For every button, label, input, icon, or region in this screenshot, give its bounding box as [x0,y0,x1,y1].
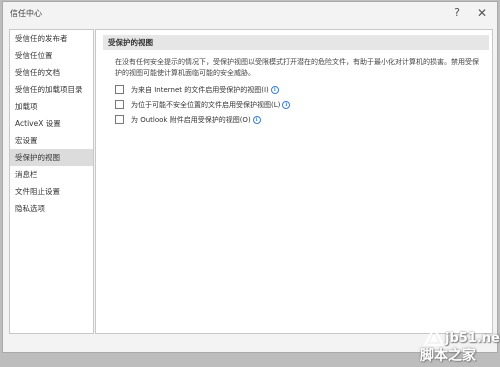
sidebar-item-privacy-options[interactable]: 隐私选项 [10,200,93,217]
checkbox[interactable] [115,100,124,109]
watermark-name: 脚本之家 [420,348,476,364]
section-header: 受保护的视图 [103,35,489,50]
title-bar: 信任中心 ? ✕ [3,2,497,24]
option-label: 为位于可能不安全位置的文件启用受保护视图(L) [131,100,281,109]
sidebar-item-trusted-publishers[interactable]: 受信任的发布者 [10,30,93,47]
info-icon: i [282,100,291,109]
sidebar-item-addins[interactable]: 加载项 [10,98,93,115]
sidebar-item-trusted-locations[interactable]: 受信任位置 [10,47,93,64]
info-icon: i [252,115,261,124]
sidebar-item-macro-settings[interactable]: 宏设置 [10,132,93,149]
option-label: 为来自 Internet 的文件启用受保护的视图(I) [131,85,269,94]
window-title: 信任中心 [10,9,42,18]
checkbox[interactable] [115,85,124,94]
info-icon: i [270,85,279,94]
help-button[interactable]: ? [446,5,468,21]
sidebar-item-message-bar[interactable]: 消息栏 [10,166,93,183]
sidebar-item-activex-settings[interactable]: ActiveX 设置 [10,115,93,132]
sidebar-nav: 受信任的发布者 受信任位置 受信任的文档 受信任的加载项目录 加载项 Activ… [9,29,94,334]
trust-center-dialog: 信任中心 ? ✕ 受信任的发布者 受信任位置 受信任的文档 受信任的加载项目录 … [2,1,498,353]
checkbox[interactable] [115,115,124,124]
section-description: 在没有任何安全提示的情况下，受保护视图以受限模式打开潜在的危险文件，有助于最小化… [115,58,479,77]
option-unsafe-locations[interactable]: 为位于可能不安全位置的文件启用受保护视图(L) i [115,99,291,110]
sidebar-item-protected-view[interactable]: 受保护的视图 [10,149,93,166]
close-button[interactable]: ✕ [471,5,493,21]
sidebar-item-trusted-documents[interactable]: 受信任的文档 [10,64,93,81]
settings-panel: 受保护的视图 在没有任何安全提示的情况下，受保护视图以受限模式打开潜在的危险文件… [95,29,493,334]
watermark-site: jb51.net [445,331,500,346]
sidebar-item-trusted-addin-catalogs[interactable]: 受信任的加载项目录 [10,81,93,98]
option-label: 为 Outlook 附件启用受保护的视图(O) [131,115,251,124]
watermark-logo-icon [423,327,445,346]
option-internet-files[interactable]: 为来自 Internet 的文件启用受保护的视图(I) i [115,84,279,95]
sidebar-item-file-block-settings[interactable]: 文件阻止设置 [10,183,93,200]
option-outlook-attachments[interactable]: 为 Outlook 附件启用受保护的视图(O) i [115,114,261,125]
